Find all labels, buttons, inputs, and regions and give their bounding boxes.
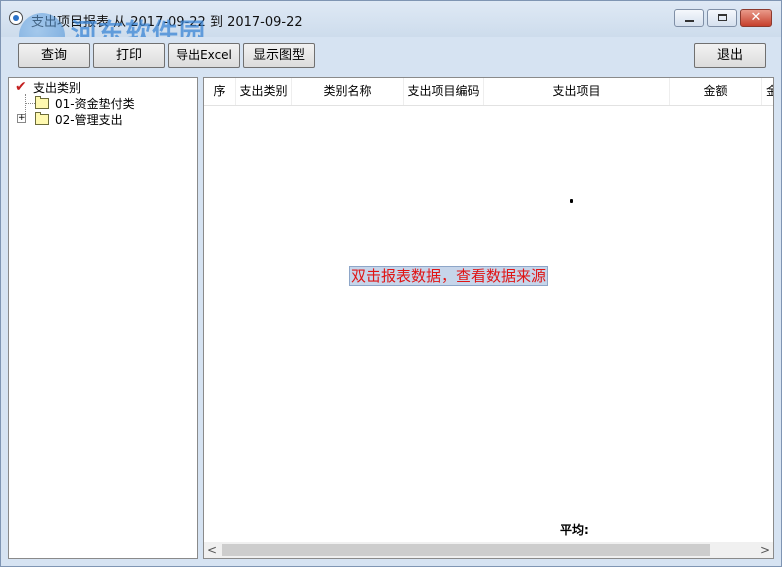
column-header-truncated[interactable]: 金 [762,78,773,105]
column-header-row: 序 支出类别 类别名称 支出项目编码 支出项目 金额 金 [204,78,773,106]
tree-item-label: 02-管理支出 [55,113,123,127]
maximize-button[interactable] [707,9,737,27]
scroll-right-icon[interactable]: > [757,542,773,558]
query-button[interactable]: 查询 [18,43,90,68]
scroll-left-icon[interactable]: < [204,542,220,558]
column-header-item[interactable]: 支出项目 [484,78,670,105]
red-check-icon: ✔ [15,79,27,95]
column-header-index[interactable]: 序 [204,78,236,105]
show-chart-button[interactable]: 显示图型 [243,43,315,68]
tree-connector-line [25,103,35,104]
tree-expand-icon[interactable]: + [17,114,26,123]
column-header-category-name[interactable]: 类别名称 [292,78,404,105]
double-click-hint: 双击报表数据，查看数据来源 [349,266,549,286]
column-header-category[interactable]: 支出类别 [236,78,292,105]
app-icon [9,11,23,25]
report-window: 支出项目报表 从 2017-09-22 到 2017-09-22 河东软件园 w… [0,0,782,567]
tree-root-label: 支出类别 [33,81,82,95]
close-icon: ✕ [750,10,762,25]
exit-button[interactable]: 退出 [694,43,766,68]
maximize-icon [718,14,727,21]
column-header-item-code[interactable]: 支出项目编码 [404,78,484,105]
average-label: 平均: [560,523,589,537]
tree-item-label: 01-资金垫付类 [55,97,135,111]
report-grid[interactable]: 序 支出类别 类别名称 支出项目编码 支出项目 金额 金 双击报表数据，查看数据… [203,77,774,559]
window-title: 支出项目报表 从 2017-09-22 到 2017-09-22 [31,15,303,30]
scroll-thumb[interactable] [222,544,710,556]
cursor-dot [570,199,573,203]
close-button[interactable]: ✕ [740,9,772,27]
horizontal-scrollbar[interactable]: < > [204,542,773,558]
toolbar: 查询 打印 导出Excel 显示图型 退出 [1,37,781,75]
minimize-icon [685,20,694,22]
title-bar[interactable]: 支出项目报表 从 2017-09-22 到 2017-09-22 河东软件园 w… [1,1,781,67]
folder-icon [35,96,49,109]
folder-icon [35,112,49,125]
category-tree[interactable]: ✔ 支出类别 + 01-资金垫付类 02-管理支出 [8,77,198,559]
print-button[interactable]: 打印 [93,43,165,68]
column-header-amount[interactable]: 金额 [670,78,762,105]
export-excel-button[interactable]: 导出Excel [168,43,240,68]
minimize-button[interactable] [674,9,704,27]
